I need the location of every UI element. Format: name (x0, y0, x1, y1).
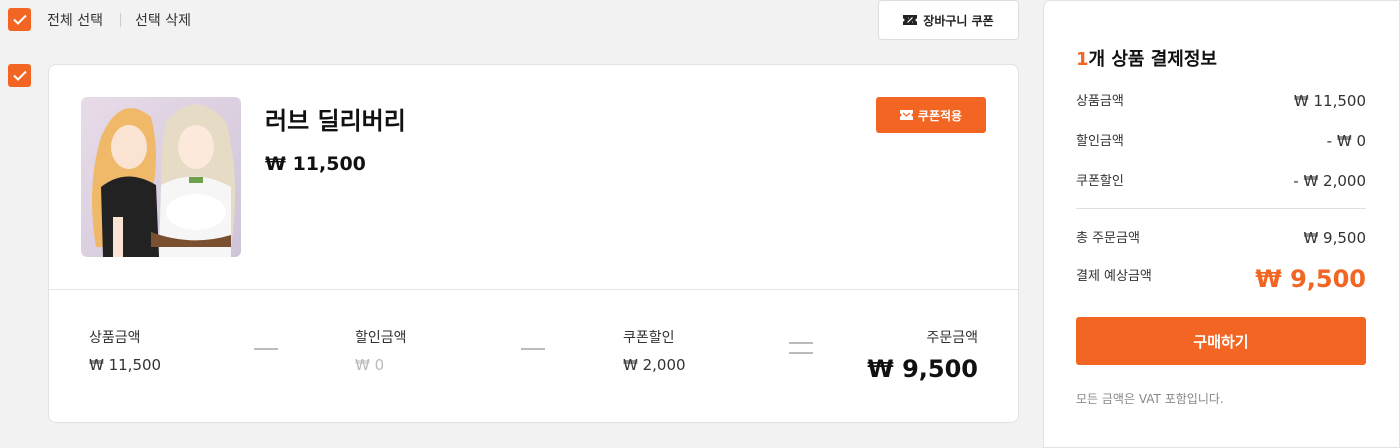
row-value: ₩ 11,500 (1293, 92, 1366, 110)
ticket-icon (903, 15, 918, 25)
product-thumbnail[interactable] (81, 97, 241, 257)
minus-operator (254, 348, 278, 350)
check-icon (12, 14, 27, 25)
card-divider (49, 289, 1018, 290)
panel-row-discount: 할인금액 - ₩ 0 (1076, 130, 1366, 150)
panel-title-text: 개 상품 결제정보 (1088, 49, 1217, 70)
item-checkbox[interactable] (8, 64, 31, 87)
cart-item-card: 러브 딜리버리 ₩ 11,500 쿠폰적용 상품금액 ₩ 11,500 할인금액… (48, 64, 1019, 423)
select-all-label[interactable]: 전체 선택 (47, 10, 103, 30)
buy-button[interactable]: 구매하기 (1076, 317, 1366, 365)
panel-row-price: 상품금액 ₩ 11,500 (1076, 90, 1366, 110)
summary-value: ₩ 11,500 (89, 356, 162, 374)
row-label: 결제 예상금액 (1076, 269, 1152, 284)
row-label: 할인금액 (1076, 134, 1124, 149)
payment-info-panel: 1개 상품 결제정보 상품금액 ₩ 11,500 할인금액 - ₩ 0 쿠폰할인… (1043, 0, 1400, 448)
delete-selected-button[interactable]: 선택 삭제 (135, 10, 191, 30)
product-price: ₩ 11,500 (265, 153, 366, 175)
minus-operator (521, 348, 545, 350)
product-name[interactable]: 러브 딜리버리 (265, 101, 406, 136)
product-artwork-icon (81, 97, 241, 257)
row-label: 쿠폰할인 (1076, 174, 1124, 189)
coupon-apply-button[interactable]: 쿠폰적용 (876, 97, 986, 133)
summary-value: ₩ 2,000 (623, 356, 686, 374)
summary-label: 쿠폰할인 (623, 330, 675, 346)
panel-row-total-order: 총 주문금액 ₩ 9,500 (1076, 227, 1366, 247)
cart-coupon-label: 장바구니 쿠폰 (923, 13, 994, 28)
cart-coupon-button[interactable]: 장바구니 쿠폰 (878, 0, 1019, 40)
summary-coupon: 쿠폰할인 ₩ 2,000 (623, 327, 686, 374)
summary-value: ₩ 0 (355, 356, 385, 374)
row-label: 총 주문금액 (1076, 231, 1140, 246)
total-value: ₩ 9,500 (867, 355, 978, 383)
check-icon (12, 70, 27, 81)
row-label: 상품금액 (1076, 94, 1124, 109)
summary-discount: 할인금액 ₩ 0 (355, 327, 407, 374)
ticket-icon (899, 110, 913, 120)
total-label: 주문금액 (926, 330, 978, 346)
summary-item-price: 상품금액 ₩ 11,500 (89, 327, 161, 374)
panel-divider (1076, 208, 1366, 209)
panel-row-expected: 결제 예상금액 ₩ 9,500 (1076, 265, 1366, 293)
vat-note: 모든 금액은 VAT 포함입니다. (1076, 392, 1224, 406)
row-value: ₩ 9,500 (1303, 229, 1366, 247)
equals-operator-top (789, 342, 813, 344)
product-count: 1 (1076, 49, 1089, 70)
panel-title: 1개 상품 결제정보 (1076, 45, 1217, 71)
row-value: - ₩ 2,000 (1293, 172, 1366, 190)
summary-label: 상품금액 (89, 330, 141, 346)
equals-operator-bottom (789, 352, 813, 354)
summary-total: 주문금액 ₩ 9,500 (867, 327, 978, 383)
select-all-checkbox[interactable] (8, 8, 31, 31)
expected-total-value: ₩ 9,500 (1255, 265, 1366, 293)
summary-label: 할인금액 (355, 330, 407, 346)
panel-row-coupon: 쿠폰할인 - ₩ 2,000 (1076, 170, 1366, 190)
row-value: - ₩ 0 (1326, 132, 1366, 150)
coupon-apply-label: 쿠폰적용 (917, 108, 963, 123)
toolbar-separator (120, 13, 121, 27)
